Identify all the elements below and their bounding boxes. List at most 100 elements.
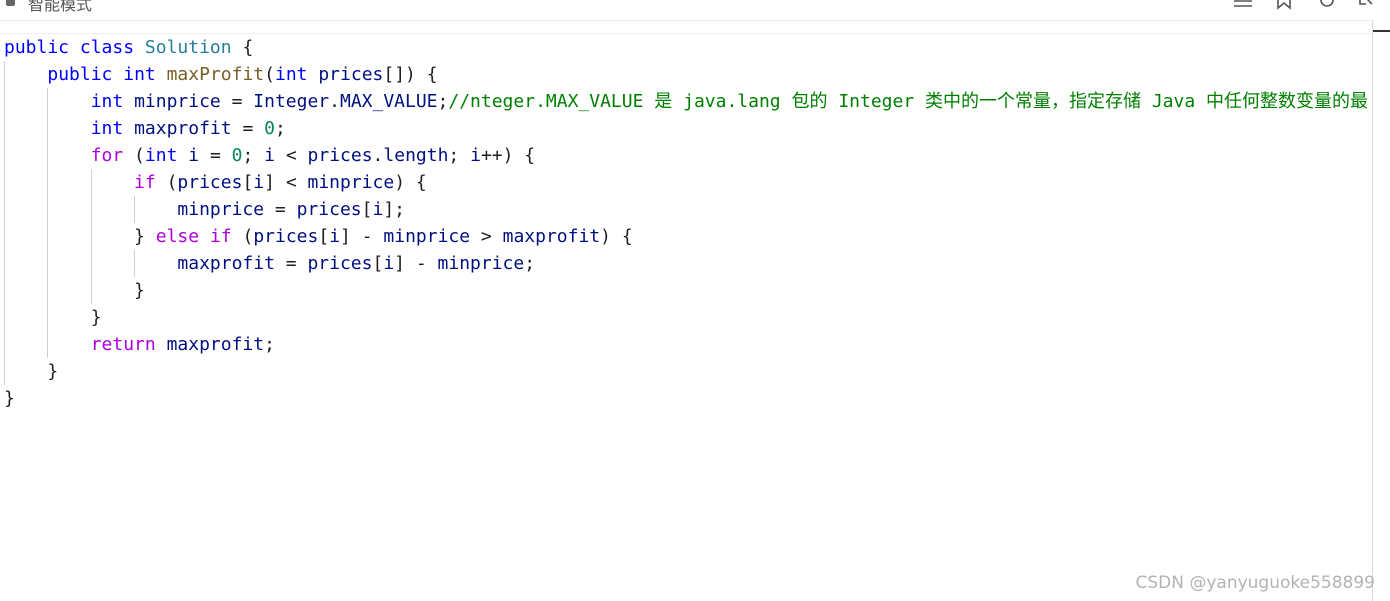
code-line[interactable]: if (prices[i] < minprice) { (4, 169, 1368, 196)
indent-guide (90, 250, 92, 277)
code-token: ( (231, 226, 254, 247)
code-line[interactable]: int minprice = Integer.MAX_VALUE;//ntege… (4, 88, 1368, 115)
editor-toolbar: 智能模式 (0, 0, 1390, 21)
indent-guide (47, 88, 49, 115)
indent-guide (4, 223, 5, 250)
indent-guide (4, 142, 5, 169)
code-line[interactable]: } (4, 277, 1368, 304)
code-token: i (329, 226, 341, 247)
indent-guide (4, 277, 5, 304)
code-token: int (90, 91, 124, 112)
code-token: i (188, 145, 200, 166)
code-token: maxprofit (502, 226, 601, 247)
indent-guide (47, 196, 49, 223)
vertical-scrollbar[interactable] (1372, 20, 1390, 601)
indent-guide (90, 223, 92, 250)
code-block[interactable]: public class Solution { public int maxPr… (4, 34, 1368, 412)
indent-guide (47, 169, 49, 196)
code-line[interactable]: public class Solution { (4, 34, 1368, 61)
code-line[interactable]: public int maxProfit(int prices[]) { (4, 61, 1368, 88)
code-line[interactable]: } else if (prices[i] - minprice > maxpro… (4, 223, 1368, 250)
code-token: minprice (134, 91, 221, 112)
code-line[interactable]: maxprofit = prices[i] - minprice; (4, 250, 1368, 277)
code-token: [ (361, 199, 373, 220)
code-token: ( (123, 145, 145, 166)
code-token: int (144, 145, 178, 166)
code-line[interactable]: int maxprofit = 0; (4, 115, 1368, 142)
code-token: int (90, 118, 124, 139)
indent-guide (90, 169, 92, 196)
bookmark-icon[interactable] (1273, 0, 1295, 10)
indent-guide (47, 304, 49, 331)
menu-icon[interactable] (1232, 0, 1254, 10)
code-token: < (275, 145, 308, 166)
refresh-icon[interactable] (1316, 0, 1338, 10)
code-token: ++) { (480, 145, 536, 166)
code-token: Integer (253, 91, 330, 112)
code-token: minprice (383, 226, 471, 247)
code-token: ; (264, 334, 275, 355)
code-token: minprice (177, 199, 265, 220)
code-token: minprice (437, 253, 525, 274)
code-token: prices (318, 64, 384, 85)
code-token: prices (307, 253, 373, 274)
code-token: ) { (394, 172, 427, 193)
code-token: [ (318, 226, 330, 247)
indent-guide (4, 358, 5, 385)
code-token: } (47, 361, 59, 382)
code-token: else (155, 226, 200, 247)
code-token: prices (177, 172, 243, 193)
indent-guide (134, 250, 136, 277)
code-token: ] - (340, 226, 384, 247)
code-token: . (329, 91, 340, 112)
code-token: return (90, 334, 156, 355)
code-editor[interactable]: public class Solution { public int maxPr… (0, 33, 1372, 601)
indent-guide (47, 223, 49, 250)
code-line[interactable]: } (4, 385, 1368, 412)
code-line[interactable]: } (4, 304, 1368, 331)
code-token: } (4, 388, 15, 409)
code-line[interactable]: minprice = prices[i]; (4, 196, 1368, 223)
code-token: ; (524, 253, 536, 274)
code-token: prices (253, 226, 319, 247)
indent-guide (4, 115, 5, 142)
indent-guide (4, 250, 5, 277)
indent-guide (47, 277, 49, 304)
indent-guide (134, 196, 136, 223)
code-token: = (220, 91, 254, 112)
code-line[interactable]: return maxprofit; (4, 331, 1368, 358)
scrollbar-thumb[interactable] (1373, 30, 1390, 32)
code-token: maxProfit (166, 64, 265, 85)
code-token: maxprofit (134, 118, 232, 139)
share-icon[interactable] (1356, 0, 1378, 10)
indent-guide (4, 304, 5, 331)
code-token: length (383, 145, 449, 166)
code-token: maxprofit (177, 253, 275, 274)
code-token: i (383, 253, 395, 274)
code-token: public (4, 37, 70, 58)
code-token: [ (242, 172, 254, 193)
code-token: ; (274, 118, 286, 139)
code-token: ]; (383, 199, 406, 220)
code-token: . (372, 145, 384, 166)
code-token: if (134, 172, 156, 193)
code-token: ; (448, 145, 471, 166)
watermark: CSDN @yanyuguoke558899 (1135, 573, 1375, 593)
code-token: if (209, 226, 232, 247)
code-token: int (274, 64, 308, 85)
code-line[interactable]: } (4, 358, 1368, 385)
indent-guide (4, 169, 5, 196)
mode-selector[interactable]: 智能模式 (6, 0, 92, 15)
code-token: ( (264, 64, 275, 85)
code-token: } (90, 307, 102, 328)
code-token: i (470, 145, 481, 166)
code-line[interactable]: for (int i = 0; i < prices.length; i++) … (4, 142, 1368, 169)
code-token: int (123, 64, 156, 85)
